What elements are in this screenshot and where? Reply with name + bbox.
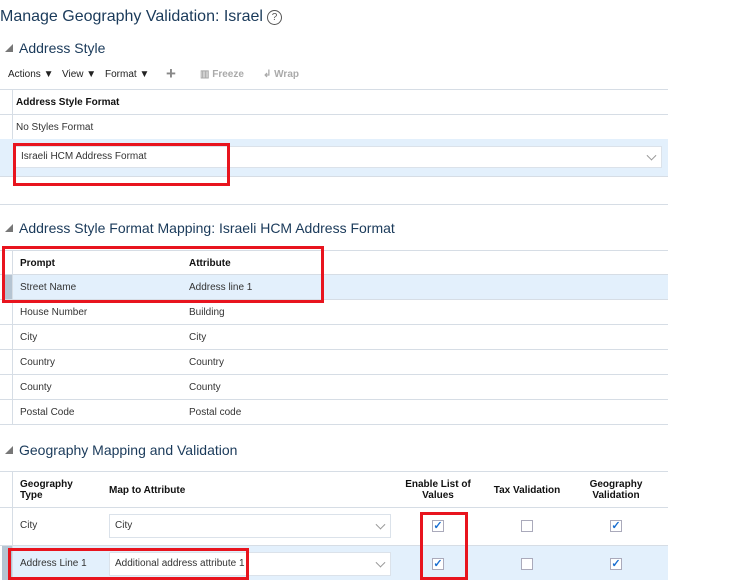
column-header[interactable]: Address Style Format <box>16 97 119 108</box>
check-icon: ✓ <box>611 520 621 532</box>
tax-checkbox[interactable] <box>521 520 533 532</box>
freeze-icon: ▥ <box>200 69 210 80</box>
prompt-cell: Postal Code <box>20 407 75 418</box>
column-tax-validation[interactable]: Tax Validation <box>487 485 567 496</box>
highlight-box <box>13 143 230 186</box>
format-menu[interactable]: Format ▼ <box>105 69 149 80</box>
chevron-down-icon <box>375 557 386 568</box>
help-icon[interactable]: ? <box>266 10 282 25</box>
section-address-style[interactable]: Address Style <box>5 40 105 56</box>
tax-checkbox[interactable] <box>521 558 533 570</box>
highlight-box <box>420 512 468 580</box>
attribute-cell: Building <box>189 307 225 318</box>
attribute-cell: Country <box>189 357 225 368</box>
table-row[interactable]: Country Country <box>0 350 668 375</box>
highlight-box <box>8 548 249 580</box>
column-geography-type[interactable]: Geography Type <box>20 479 90 501</box>
column-map-to-attribute[interactable]: Map to Attribute <box>109 485 185 496</box>
attribute-cell: City <box>189 332 207 343</box>
geography-type-cell: City <box>20 520 38 531</box>
geo-checkbox[interactable]: ✓ <box>610 520 622 532</box>
table-row[interactable]: Postal Code Postal code <box>0 400 668 425</box>
freeze-button[interactable]: ▥ Freeze <box>200 69 244 80</box>
actions-menu[interactable]: Actions ▼ <box>8 69 53 80</box>
check-icon: ✓ <box>611 558 621 570</box>
geo-checkbox[interactable]: ✓ <box>610 558 622 570</box>
section-mapping[interactable]: Address Style Format Mapping: Israeli HC… <box>5 220 395 236</box>
column-geography-validation[interactable]: Geography Validation <box>583 479 649 501</box>
prompt-cell: City <box>20 332 38 343</box>
map-to-attribute-select[interactable]: City <box>109 514 391 538</box>
view-menu[interactable]: View ▼ <box>62 69 96 80</box>
chevron-down-icon <box>646 150 657 161</box>
column-enable-lov[interactable]: Enable List of Values <box>398 479 478 501</box>
table-row[interactable]: County County <box>0 375 668 400</box>
collapse-icon[interactable] <box>5 224 13 232</box>
table-row[interactable]: House Number Building <box>0 300 668 325</box>
prompt-cell: County <box>20 382 52 393</box>
wrap-icon: ↲ <box>263 69 272 80</box>
highlight-box <box>2 246 324 303</box>
prompt-cell: Country <box>20 357 56 368</box>
table-row[interactable]: No Styles Format <box>16 122 93 133</box>
page-title: Manage Geography Validation: Israel? <box>0 8 282 26</box>
section-geography-mapping[interactable]: Geography Mapping and Validation <box>5 442 237 458</box>
chevron-down-icon <box>375 519 386 530</box>
add-icon[interactable]: + <box>166 64 176 84</box>
collapse-icon[interactable] <box>5 446 13 454</box>
attribute-cell: County <box>189 382 221 393</box>
collapse-icon[interactable] <box>5 44 13 52</box>
attribute-cell: Postal code <box>189 407 242 418</box>
table-row[interactable]: City City <box>0 325 668 350</box>
wrap-button[interactable]: ↲ Wrap <box>263 69 299 80</box>
prompt-cell: House Number <box>20 307 88 318</box>
